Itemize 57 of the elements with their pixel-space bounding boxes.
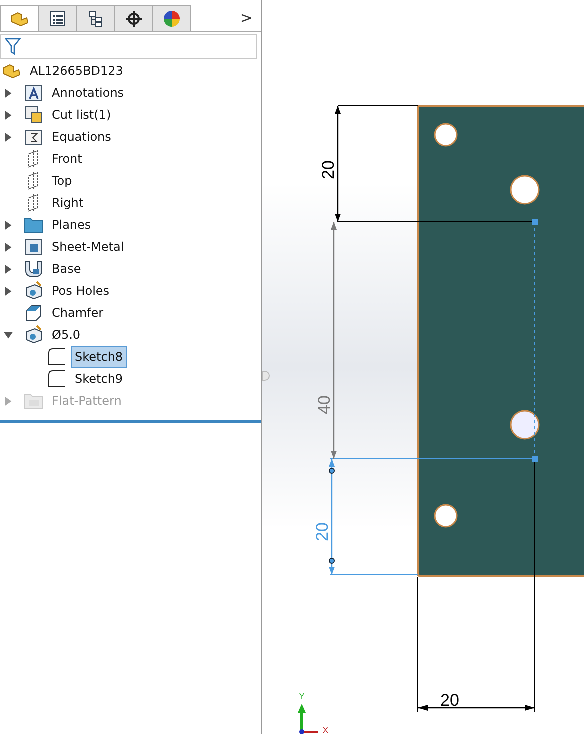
expand-arrow-icon[interactable] xyxy=(4,286,12,296)
tree-item[interactable]: Sketch8 xyxy=(71,346,128,368)
panel-tab[interactable] xyxy=(76,5,115,31)
splitter-handle[interactable] xyxy=(262,371,270,381)
more-tabs-button[interactable]: > xyxy=(236,5,257,31)
tree-item[interactable]: Cut list(1) xyxy=(48,104,116,126)
tree-item[interactable]: Sketch9 xyxy=(71,368,128,390)
feature-icon xyxy=(24,83,44,103)
tree-item[interactable]: Ø5.0 xyxy=(48,324,85,346)
expand-arrow-icon[interactable] xyxy=(4,242,12,252)
part-icon xyxy=(2,62,22,80)
expand-arrow-icon[interactable] xyxy=(4,264,12,274)
hole xyxy=(434,123,458,147)
expand-arrow-icon[interactable] xyxy=(4,88,12,98)
panel-tab[interactable] xyxy=(114,5,153,31)
tree-item[interactable]: Front xyxy=(48,148,86,170)
dimension-value[interactable]: 20 xyxy=(319,160,338,180)
axis-triad-drawing xyxy=(298,704,318,734)
panel-tab[interactable] xyxy=(38,5,77,31)
feature-icon xyxy=(24,325,44,345)
expand-arrow-icon[interactable] xyxy=(4,110,12,120)
axis-label: Y xyxy=(299,692,305,701)
tree-item[interactable]: Right xyxy=(48,192,88,214)
tree-item[interactable]: Equations xyxy=(48,126,116,148)
expand-arrow-icon[interactable] xyxy=(4,330,12,340)
sketch-icon xyxy=(47,369,67,389)
tree-item[interactable]: Chamfer xyxy=(48,302,108,324)
expand-arrow-icon[interactable] xyxy=(4,132,12,142)
part-icon xyxy=(10,10,30,28)
tree-item[interactable]: Pos Holes xyxy=(48,280,114,302)
tree-item[interactable]: Sheet-Metal xyxy=(48,236,128,258)
dimension-value[interactable]: 20 xyxy=(440,691,460,710)
crosshair-icon xyxy=(124,10,142,28)
feature-icon xyxy=(24,303,44,323)
feature-icon xyxy=(24,281,44,301)
dimension-value[interactable]: 40 xyxy=(315,396,334,414)
feature-icon xyxy=(24,237,44,257)
tree-item[interactable]: Planes xyxy=(48,214,96,236)
tree-item[interactable]: Top xyxy=(48,170,76,192)
axis-label: X xyxy=(323,726,328,734)
sketch-point xyxy=(532,219,538,225)
hole xyxy=(434,504,458,528)
list-icon xyxy=(48,10,66,28)
hole xyxy=(510,175,540,205)
hole xyxy=(510,410,540,440)
panel-tab[interactable] xyxy=(152,5,191,31)
sketch-icon xyxy=(47,347,67,367)
hierarchy-icon xyxy=(86,10,104,28)
feature-icon xyxy=(24,105,44,125)
tree-item[interactable]: Base xyxy=(48,258,86,280)
feature-icon xyxy=(24,259,44,279)
tree-item[interactable]: AL12665BD123 xyxy=(26,60,128,82)
filter-field[interactable] xyxy=(0,34,257,59)
filter-icon xyxy=(5,38,21,56)
tree-item[interactable]: Annotations xyxy=(48,82,128,104)
color-wheel-icon xyxy=(162,10,180,28)
expand-arrow-icon[interactable] xyxy=(4,220,12,230)
